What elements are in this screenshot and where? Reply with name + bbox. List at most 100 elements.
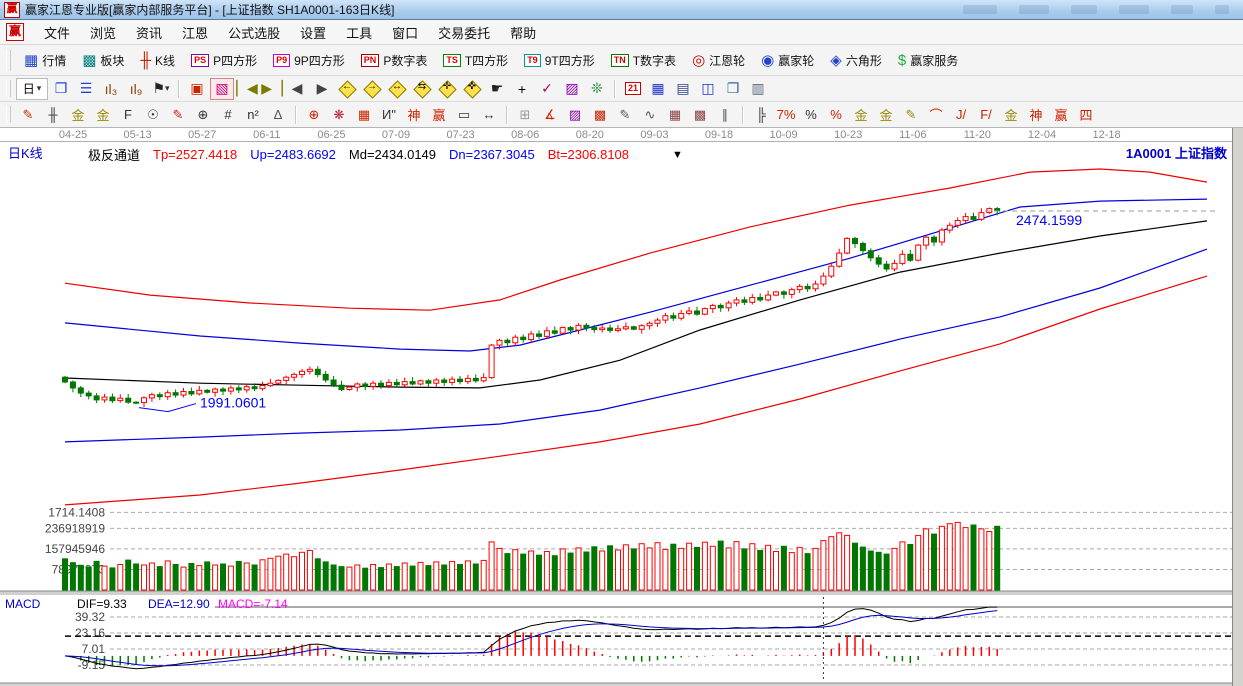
zigzag-tool-button[interactable]: ∿ bbox=[638, 104, 662, 126]
ruler-lines-tool-button[interactable]: # bbox=[216, 104, 240, 126]
gold-pen-tool-button[interactable]: ✎ bbox=[899, 104, 923, 126]
k-mark-tool-button[interactable]: И" bbox=[377, 104, 401, 126]
f-angle-tool-button[interactable]: F/ bbox=[974, 104, 998, 126]
toolbar-button-t-number-table[interactable]: TNT数字表 bbox=[604, 49, 683, 72]
quote-list-button[interactable]: ☰ bbox=[74, 78, 98, 100]
menu-item-tools[interactable]: 工具 bbox=[336, 20, 382, 45]
prev-bar-button[interactable]: ◀ bbox=[285, 78, 309, 100]
gann-lines-tool-button[interactable]: ╫ bbox=[41, 104, 65, 126]
menu-item-window[interactable]: 窗口 bbox=[382, 20, 428, 45]
toolbar-button-9p-square[interactable]: P99P四方形 bbox=[266, 49, 352, 72]
wave-tool-button[interactable]: ⌒ bbox=[924, 104, 948, 126]
red-pen-tool-button[interactable]: ✎ bbox=[166, 104, 190, 126]
toolbar-button-p-number-table[interactable]: PNP数字表 bbox=[354, 49, 435, 72]
toolbar-button-p-square[interactable]: PSP四方形 bbox=[184, 49, 264, 72]
menu-item-settings[interactable]: 设置 bbox=[290, 20, 336, 45]
mini-chart9-button[interactable]: ıl₉ bbox=[124, 78, 148, 100]
box-grid-tool-button[interactable]: ▩ bbox=[688, 104, 712, 126]
last-bar-button[interactable]: ▶▕ bbox=[260, 78, 284, 100]
window-tile-button[interactable]: ❐ bbox=[49, 78, 73, 100]
parallel-lines-tool-button[interactable]: ∥ bbox=[713, 104, 737, 126]
gray-grid-tool-button[interactable]: ⊞ bbox=[513, 104, 537, 126]
percent-levels-tool-button[interactable]: % bbox=[824, 104, 848, 126]
web-star-tool-button[interactable]: ❋ bbox=[327, 104, 351, 126]
toolbar-draw: ✎╫金金F☉✎⊕#n²∆⊕❋▦И"神赢▭↔⊞∡▨▩✎∿▦▩∥╠7%%%金金✎⌒J… bbox=[0, 102, 1243, 128]
toolbar-button-sectors[interactable]: ▩板块 bbox=[75, 49, 131, 72]
ruler-123-tool-button[interactable]: ▭ bbox=[452, 104, 476, 126]
angle-tool-button[interactable]: ∆ bbox=[266, 104, 290, 126]
dot-grid-tool-button[interactable]: ▦ bbox=[663, 104, 687, 126]
period-day-button[interactable]: 日▾ bbox=[16, 78, 48, 100]
purple-grid-tool-button[interactable]: ▨ bbox=[560, 78, 584, 100]
next-bar-button[interactable]: ▶ bbox=[310, 78, 334, 100]
toolbar-button-winner-wheel[interactable]: ◉赢家轮 bbox=[754, 49, 821, 72]
seven-percent-tool-button[interactable]: 7% bbox=[774, 104, 798, 126]
ying-angle-tool-button[interactable]: 赢 bbox=[1049, 104, 1073, 126]
volume-profile-button[interactable]: ▧ bbox=[210, 78, 234, 100]
fib-tool-button[interactable]: F bbox=[116, 104, 140, 126]
toolbar-button-hexagon[interactable]: ◈六角形 bbox=[823, 49, 889, 72]
gold-box-tool-button[interactable]: 金 bbox=[91, 104, 115, 126]
calculator-button[interactable]: ▦ bbox=[646, 78, 670, 100]
menu-item-browse[interactable]: 浏览 bbox=[80, 20, 126, 45]
toolbar-button-9t-square[interactable]: T99T四方形 bbox=[517, 49, 602, 72]
first-bar-button[interactable]: ▏◀ bbox=[235, 78, 259, 100]
flag-marker-button[interactable]: ⚑▾ bbox=[149, 78, 173, 100]
spiral-tool-button[interactable]: ☉ bbox=[141, 104, 165, 126]
toolbar-button-kline[interactable]: ╫K线 bbox=[133, 49, 182, 72]
gold-lines-tool-button[interactable]: 金 bbox=[874, 104, 898, 126]
compass-tool-button[interactable]: ⊕ bbox=[302, 104, 326, 126]
red-grid-fan-tool-icon: ▩ bbox=[594, 107, 606, 123]
dual-screen-button[interactable]: ❐ bbox=[721, 78, 745, 100]
calendar-button[interactable]: 21 bbox=[621, 78, 645, 100]
printer-button[interactable]: ▥ bbox=[746, 78, 770, 100]
menu-item-trade-entrust[interactable]: 交易委托 bbox=[428, 20, 500, 45]
gold-section-tool-button[interactable]: 金 bbox=[66, 104, 90, 126]
time-circle-tool-button[interactable]: ⊕ bbox=[191, 104, 215, 126]
red-fan-tool-button[interactable]: ∡ bbox=[538, 104, 562, 126]
gold-angle-tool-button[interactable]: 金 bbox=[999, 104, 1023, 126]
percent-tool-button[interactable]: % bbox=[799, 104, 823, 126]
memo-button[interactable]: ▤ bbox=[671, 78, 695, 100]
scale-ruler-tool-button[interactable]: ╠ bbox=[749, 104, 773, 126]
toolbar-button-gann-wheel[interactable]: ◎江恩轮 bbox=[685, 49, 752, 72]
red-grid-fan-tool-button[interactable]: ▩ bbox=[588, 104, 612, 126]
pen2-tool-button[interactable]: ✎ bbox=[613, 104, 637, 126]
diamond-cross-button[interactable]: ✛ bbox=[435, 78, 459, 100]
menu-item-file[interactable]: 文件 bbox=[34, 20, 80, 45]
width-arrows-tool-button[interactable]: ↔ bbox=[477, 104, 501, 126]
toolbar-button-winner-service[interactable]: $赢家服务 bbox=[891, 49, 965, 72]
shen-tool-button[interactable]: 神 bbox=[402, 104, 426, 126]
si-angle-tool-button[interactable]: 四 bbox=[1074, 104, 1098, 126]
pointer-check-tool-button[interactable]: ✓ bbox=[535, 78, 559, 100]
channel-indicator-legend[interactable]: 极反通道 Tp=2527.4418Up=2483.6692Md=2434.014… bbox=[88, 145, 683, 164]
green-web-tool-button[interactable]: ❊ bbox=[585, 78, 609, 100]
menu-item-help[interactable]: 帮助 bbox=[500, 20, 546, 45]
n2-tool-button[interactable]: n² bbox=[241, 104, 265, 126]
mini-chart3-button[interactable]: ıl₃ bbox=[99, 78, 123, 100]
ying-tool-button[interactable]: 赢 bbox=[427, 104, 451, 126]
menu-item-formula-picker[interactable]: 公式选股 bbox=[218, 20, 290, 45]
save-button[interactable]: ◫ bbox=[696, 78, 720, 100]
toolbar-button-quotes[interactable]: ▦行情 bbox=[17, 49, 73, 72]
pen-tool-button[interactable]: ✎ bbox=[16, 104, 40, 126]
purple-fan-tool-button[interactable]: ▨ bbox=[563, 104, 587, 126]
crosshair-tool-button[interactable]: + bbox=[510, 78, 534, 100]
legend-dropdown-caret[interactable]: ▼ bbox=[672, 149, 683, 161]
diamond-hexpand-button[interactable]: ↔ bbox=[385, 78, 409, 100]
toolbar-button-t-square[interactable]: TST四方形 bbox=[436, 49, 515, 72]
hand-tool-button[interactable]: ☛ bbox=[485, 78, 509, 100]
menu-item-gann[interactable]: 江恩 bbox=[172, 20, 218, 45]
diamond-hshrink-button[interactable]: ⇆ bbox=[410, 78, 434, 100]
title-bar[interactable]: 赢 赢家江恩专业版[赢家内部服务平台] - [上证指数 SH1A0001-163… bbox=[0, 0, 1243, 20]
chart-plot[interactable]: 1714.14082369189191579459467897297339.32… bbox=[0, 164, 1233, 686]
diamond-right-button[interactable]: → bbox=[360, 78, 384, 100]
web-grid-tool-button[interactable]: ▦ bbox=[352, 104, 376, 126]
shen-angle-tool-button[interactable]: 神 bbox=[1024, 104, 1048, 126]
red-frame-tool-button[interactable]: ▣ bbox=[185, 78, 209, 100]
j-angle-tool-button[interactable]: J/ bbox=[949, 104, 973, 126]
diamond-expand-button[interactable]: ✜ bbox=[460, 78, 484, 100]
diamond-left-button[interactable]: ← bbox=[335, 78, 359, 100]
menu-item-news[interactable]: 资讯 bbox=[126, 20, 172, 45]
gold-circle-tool-button[interactable]: 金 bbox=[849, 104, 873, 126]
